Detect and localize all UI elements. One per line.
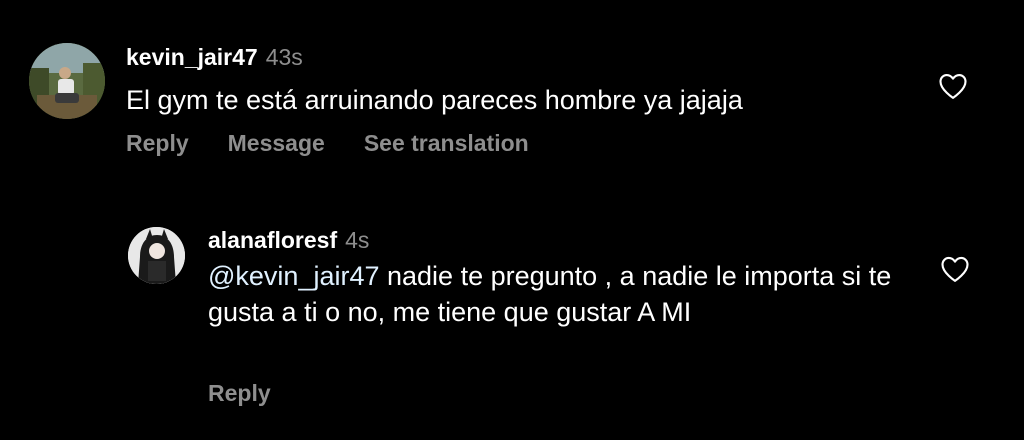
comment-text: El gym te está arruinando pareces hombre… — [126, 85, 743, 115]
comment-text: @kevin_jair47 nadie te pregunto , a nadi… — [208, 258, 928, 330]
see-translation-button[interactable]: See translation — [364, 130, 529, 156]
comment-actions: Reply Message See translation — [126, 128, 529, 158]
heart-outline-icon[interactable] — [938, 72, 968, 100]
message-button[interactable]: Message — [228, 130, 325, 156]
reply-button[interactable]: Reply — [126, 130, 189, 156]
comment-actions: Reply — [208, 378, 271, 408]
avatar-photo — [29, 43, 105, 119]
avatar[interactable] — [29, 43, 105, 119]
timestamp: 4s — [345, 227, 370, 253]
timestamp: 43s — [265, 44, 303, 70]
avatar-photo — [128, 227, 185, 284]
heart-outline-icon[interactable] — [940, 255, 970, 283]
mention-link[interactable]: @kevin_jair47 — [208, 261, 380, 291]
avatar[interactable] — [128, 227, 185, 284]
comment-header: alanafloresf 4s — [208, 225, 369, 255]
username[interactable]: kevin_jair47 — [126, 44, 258, 70]
username[interactable]: alanafloresf — [208, 227, 337, 253]
reply-button[interactable]: Reply — [208, 380, 271, 406]
comment-header: kevin_jair47 43s — [126, 42, 303, 72]
